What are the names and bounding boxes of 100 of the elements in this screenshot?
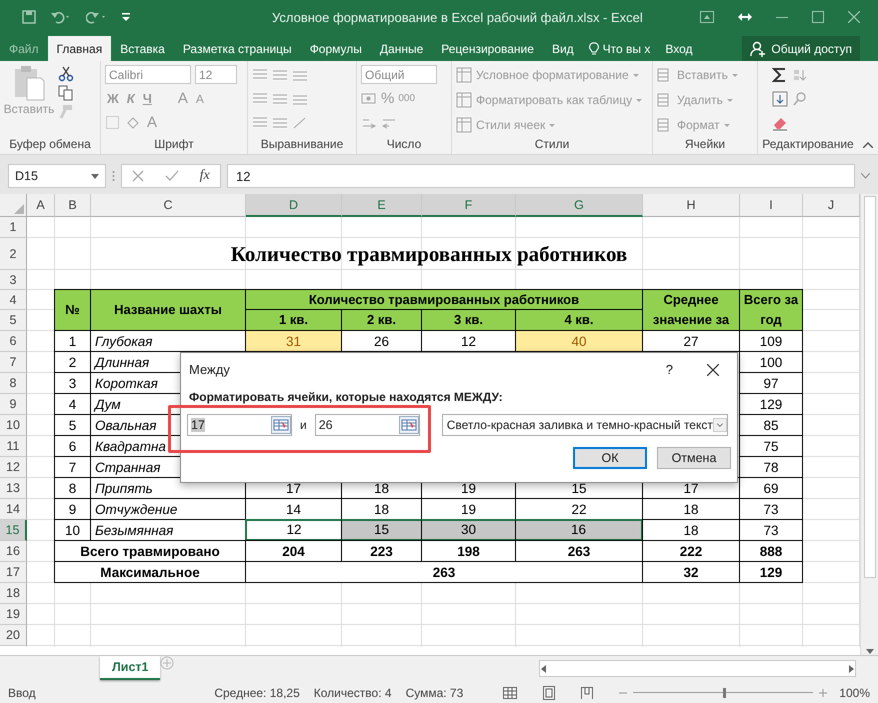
cancel-icon[interactable]	[132, 170, 144, 182]
dropdown-icon	[712, 415, 727, 435]
row-header[interactable]: 7	[0, 352, 27, 373]
row-header[interactable]: 14	[0, 499, 27, 520]
formula-field[interactable]: 12	[227, 164, 855, 188]
select-all-button[interactable]	[0, 194, 27, 217]
row-header[interactable]: 5	[0, 310, 27, 331]
column-header[interactable]: C	[91, 194, 246, 217]
row-header[interactable]: 3	[0, 270, 27, 290]
sheet-title: Количество травмированных работников	[230, 240, 628, 268]
caret-icon	[636, 98, 642, 102]
share-button[interactable]: Общий доступ	[742, 36, 860, 61]
undo-icon[interactable]	[50, 10, 72, 24]
redo-icon[interactable]	[86, 10, 108, 24]
group-label: Ячейки	[684, 137, 726, 153]
ribbon-tab[interactable]: Вставка	[111, 36, 174, 61]
row-header[interactable]: 2	[0, 238, 27, 270]
column-heading: 4 кв.	[515, 309, 643, 331]
page-break-icon[interactable]	[581, 686, 594, 698]
grip-icon	[112, 170, 115, 182]
column-header[interactable]: I	[740, 194, 803, 217]
table-cell: 15	[341, 519, 422, 541]
vertical-scrollbar[interactable]	[860, 194, 878, 655]
zoom-in-icon[interactable]	[819, 688, 828, 696]
group-label: Буфер обмена	[8, 137, 92, 153]
table-cell: 31	[245, 330, 342, 352]
column-heading: 2 кв.	[341, 309, 422, 331]
clipboard-icon	[13, 64, 45, 102]
row-header[interactable]: 6	[0, 331, 27, 352]
table-icon	[456, 117, 472, 133]
normal-view-icon[interactable]	[503, 686, 518, 698]
format-dropdown[interactable]: Светло-красная заливка и темно-красный текст	[442, 414, 728, 436]
row-header[interactable]: 13	[0, 478, 27, 499]
status-stat: Количество: 4	[314, 686, 392, 700]
resize-icon[interactable]	[738, 13, 752, 21]
scroll-thumb[interactable]	[864, 196, 876, 578]
dropdown-icon	[91, 174, 99, 178]
close-icon[interactable]	[707, 364, 719, 376]
dialog-button[interactable]: ОК	[573, 447, 647, 469]
ribbon-tab[interactable]: Разметка страницы	[174, 36, 301, 61]
row-header[interactable]: 19	[0, 604, 27, 625]
add-sheet-icon[interactable]	[160, 656, 174, 670]
row-header[interactable]: 1	[0, 217, 27, 238]
caret-icon	[732, 74, 738, 76]
horizontal-scrollbar[interactable]	[539, 660, 856, 677]
scroll-right-icon[interactable]	[847, 664, 855, 672]
column-heading: 3 кв.	[421, 309, 516, 331]
column-header[interactable]: J	[803, 194, 860, 217]
row-header[interactable]: 18	[0, 583, 27, 604]
dialog-button[interactable]: Отмена	[657, 447, 731, 469]
expand-icon[interactable]	[861, 173, 870, 179]
row-header[interactable]: 20	[0, 625, 27, 646]
ribbon-tab[interactable]: Данные	[370, 36, 432, 61]
ribbon-tab[interactable]: Формулы	[300, 36, 371, 61]
row-header[interactable]: 9	[0, 394, 27, 415]
row-header[interactable]: 12	[0, 457, 27, 478]
row-header[interactable]: 16	[0, 541, 27, 562]
column-header[interactable]: E	[342, 194, 422, 217]
row-header[interactable]: 17	[0, 562, 27, 583]
column-header[interactable]: A	[27, 194, 55, 217]
ribbon-tab[interactable]: Рецензирование	[432, 36, 543, 61]
tell-me-field[interactable]: Что вы х	[582, 36, 656, 61]
ribbon-display-icon[interactable]	[700, 11, 714, 23]
column-header[interactable]: G	[516, 194, 643, 217]
column-header[interactable]: B	[55, 194, 91, 217]
group-label: Число	[386, 137, 422, 153]
sign-in-link[interactable]: Вход	[656, 36, 702, 61]
input-field[interactable]: 26	[314, 414, 420, 436]
caret-icon	[724, 124, 730, 126]
enter-icon[interactable]	[164, 170, 179, 182]
table-icon	[456, 92, 472, 108]
insert-function-button[interactable]: fx	[200, 168, 210, 184]
column-heading: 1 кв.	[245, 309, 342, 331]
range-picker-icon[interactable]	[271, 416, 291, 434]
save-icon[interactable]	[22, 10, 36, 24]
name-box[interactable]: D15	[8, 164, 106, 188]
row-header[interactable]: 4	[0, 290, 27, 310]
help-button[interactable]: ?	[666, 362, 673, 377]
column-header[interactable]: D	[246, 194, 342, 217]
customize-icon[interactable]	[122, 12, 130, 22]
table-cell: 129	[739, 393, 803, 415]
ribbon-tab[interactable]: Главная	[48, 36, 112, 61]
ribbon-tab[interactable]: Вид	[542, 36, 583, 61]
sheet-tab[interactable]: Лист1	[100, 656, 160, 680]
status-stat: Среднее: 18,25	[214, 686, 300, 700]
zoom-level[interactable]: 100%	[839, 686, 870, 700]
column-header[interactable]: F	[422, 194, 516, 217]
scroll-left-icon[interactable]	[540, 664, 548, 672]
caret-icon	[726, 98, 733, 102]
range-picker-icon[interactable]	[398, 416, 419, 434]
maximize-icon[interactable]	[812, 11, 824, 23]
column-header[interactable]: H	[643, 194, 740, 217]
row-header[interactable]: 8	[0, 373, 27, 394]
row-header[interactable]: 11	[0, 436, 27, 457]
table-cell: 75	[739, 435, 803, 457]
row-header[interactable]: 10	[0, 415, 27, 436]
table-cell: 30	[421, 519, 516, 541]
row-header[interactable]: 15	[0, 520, 27, 541]
page-layout-icon[interactable]	[543, 686, 556, 700]
input-field[interactable]: 17	[187, 414, 292, 436]
